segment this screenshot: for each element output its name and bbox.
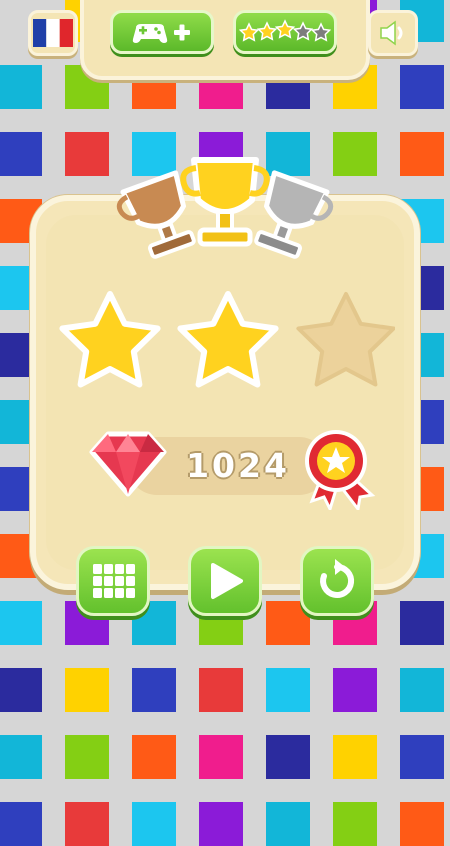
grid-cell (126, 588, 135, 598)
grid-cell (93, 576, 102, 586)
background-tile (65, 735, 109, 779)
background-tile (0, 601, 42, 645)
ruby-gem-icon (89, 431, 167, 497)
grid-cell (93, 588, 102, 598)
background-tile (400, 132, 444, 176)
background-tile (400, 735, 444, 779)
grid-cell (93, 564, 102, 574)
sound-button[interactable] (368, 10, 418, 56)
rating-stars-icon (239, 19, 331, 42)
background-tile (333, 802, 377, 846)
add-game-button[interactable] (110, 10, 214, 54)
background-tile (400, 668, 444, 712)
background-tile (333, 735, 377, 779)
france-flag-icon (33, 19, 73, 47)
background-tile (333, 668, 377, 712)
grid-cell (104, 588, 113, 598)
language-button[interactable] (28, 10, 78, 56)
star-empty (296, 292, 395, 387)
play-icon (211, 563, 243, 599)
speaker-icon (380, 20, 403, 46)
grid-cell (126, 564, 135, 574)
mini-star-empty (292, 21, 314, 41)
background-tile (199, 668, 243, 712)
grid-cell (104, 576, 113, 586)
mini-star-filled (239, 22, 260, 42)
stars-rating (59, 291, 395, 388)
background-tile (0, 802, 42, 846)
background-tile (0, 735, 42, 779)
background-tile (266, 735, 310, 779)
background-tile (199, 802, 243, 846)
trophies-group (116, 157, 334, 259)
background-tile (199, 735, 243, 779)
mini-star-filled (256, 21, 278, 41)
mini-star-empty (310, 22, 331, 42)
background-tile (400, 802, 444, 846)
background-tile (0, 65, 42, 109)
background-tile (65, 668, 109, 712)
gold-trophy-icon (180, 157, 270, 247)
replay-button[interactable] (300, 546, 374, 616)
gamepad-plus-icon (132, 24, 190, 43)
background-tile (266, 668, 310, 712)
grid-cell (126, 576, 135, 586)
star-filled (177, 291, 279, 388)
background-tile (132, 735, 176, 779)
background-tile (65, 802, 109, 846)
star-rosette-badge-icon (305, 430, 376, 510)
background-tile (65, 132, 109, 176)
mini-star-filled (274, 19, 296, 39)
background-tile (132, 668, 176, 712)
grid-cell (115, 588, 124, 598)
grid-cell (115, 576, 124, 586)
background-tile (400, 65, 444, 109)
rate-button[interactable] (233, 10, 337, 54)
replay-icon (320, 559, 355, 598)
background-tile (333, 132, 377, 176)
background-tile (0, 668, 42, 712)
background-tile (400, 601, 444, 645)
background-tile (0, 132, 42, 176)
background-tile (132, 802, 176, 846)
menu-button[interactable] (76, 546, 150, 616)
background-tile (266, 802, 310, 846)
play-button[interactable] (188, 546, 262, 616)
grid-cell (115, 564, 124, 574)
grid-cell (104, 564, 113, 574)
grid-menu-icon (93, 564, 135, 598)
star-filled (59, 291, 161, 388)
